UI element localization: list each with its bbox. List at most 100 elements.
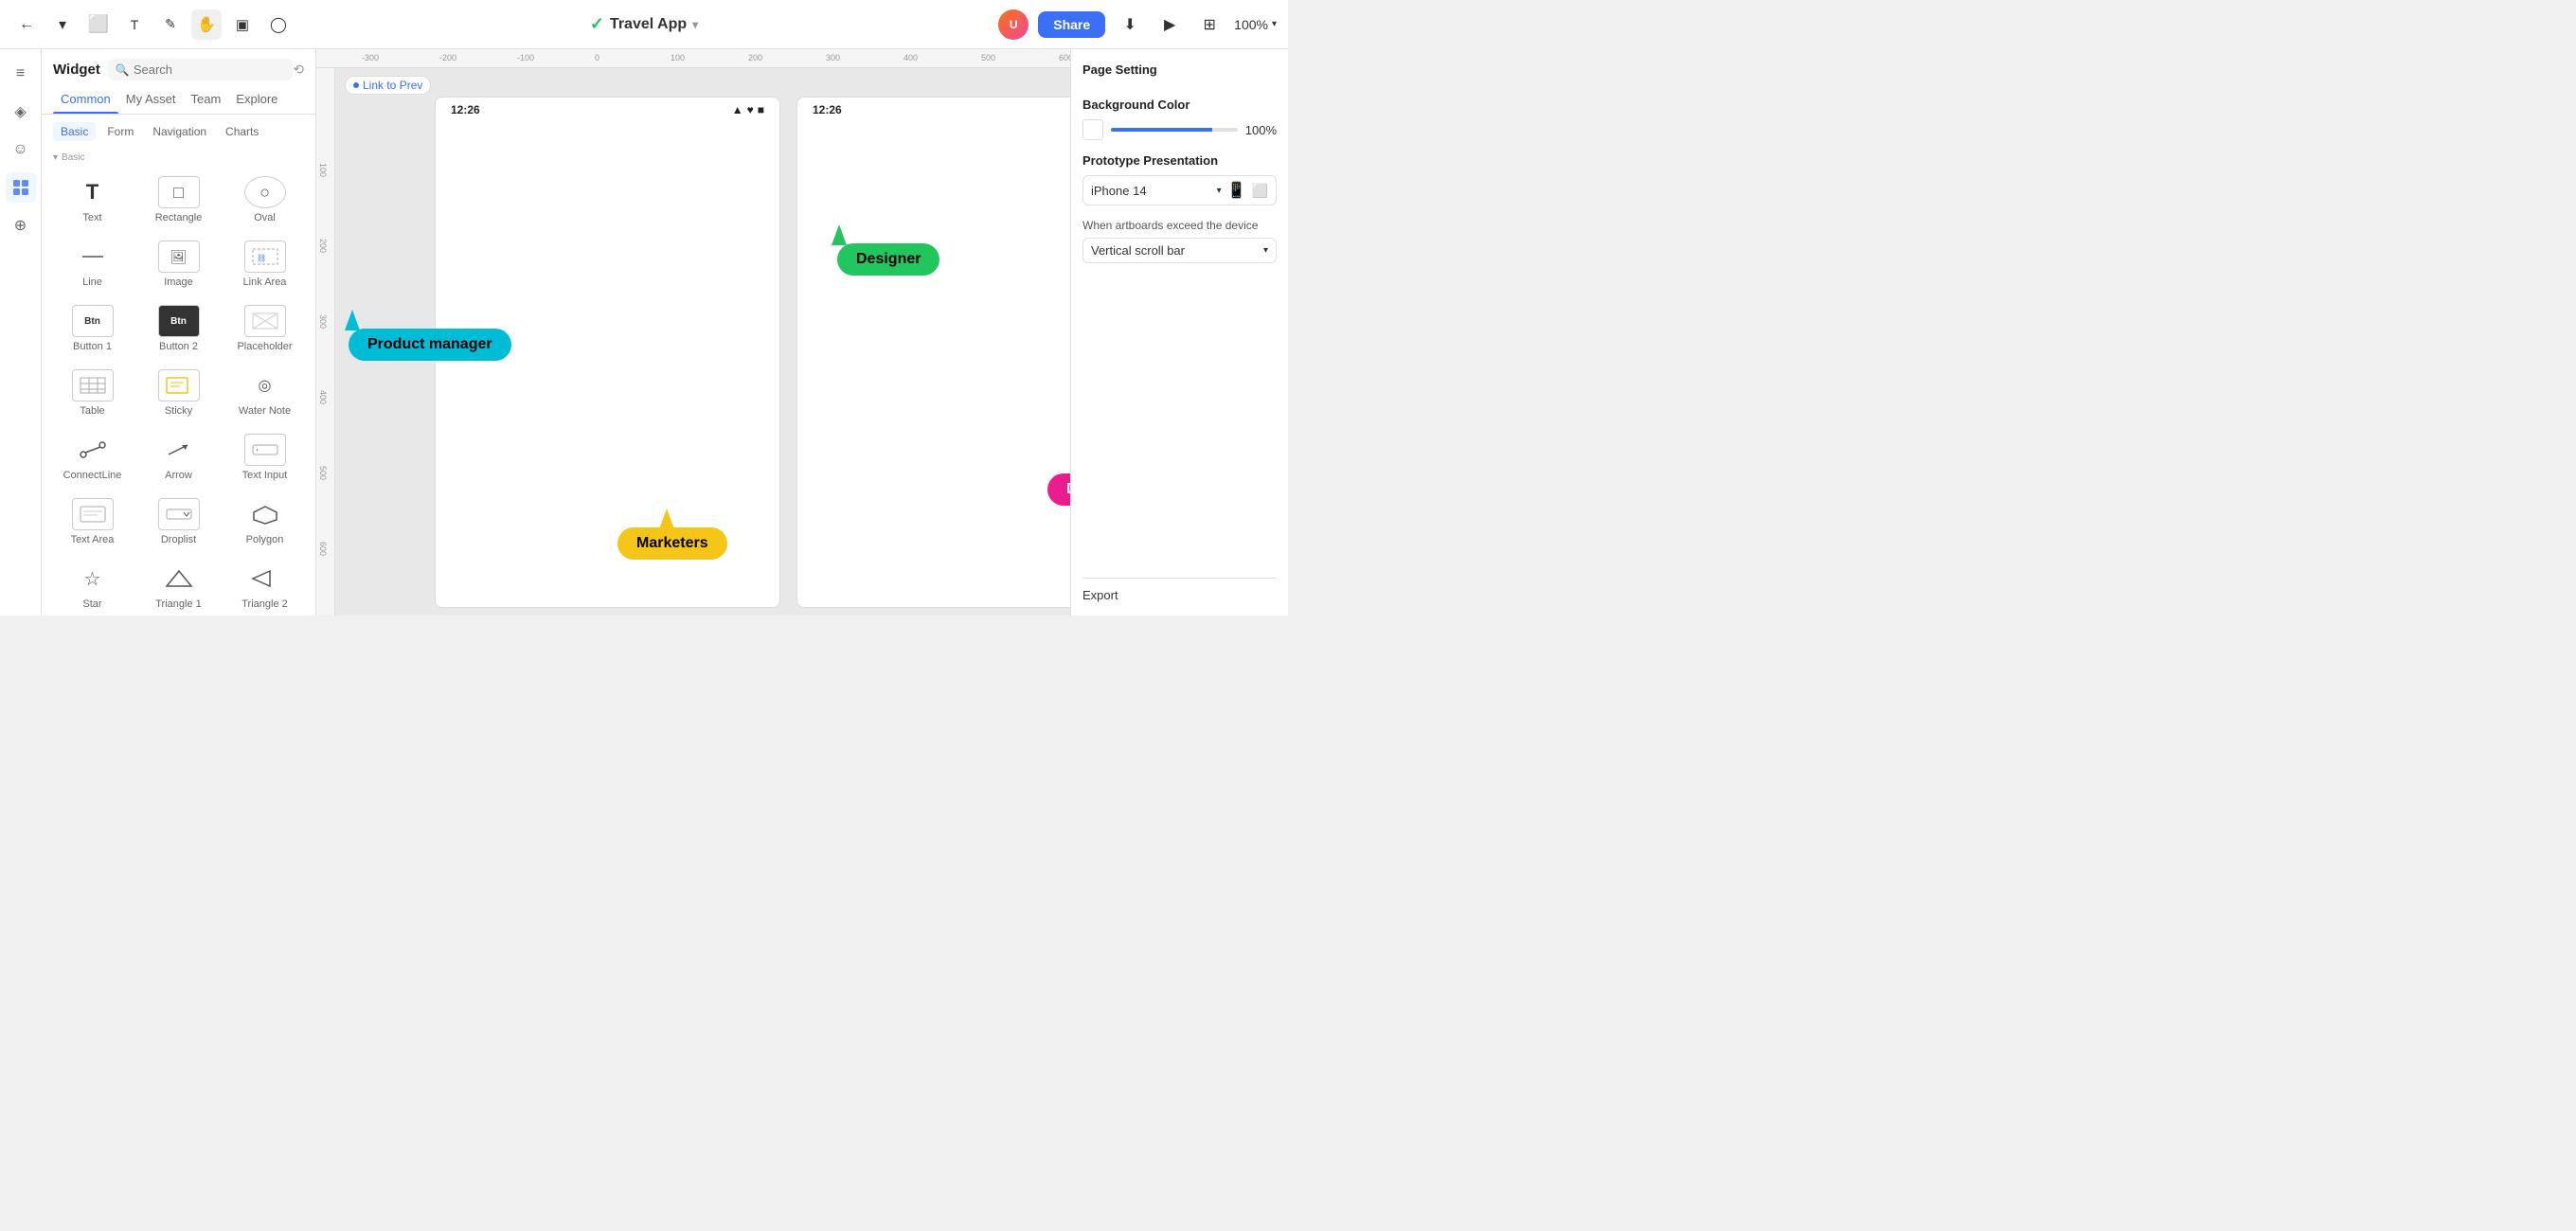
- widget-star-icon: ☆: [72, 562, 114, 595]
- widget-polygon[interactable]: Polygon: [222, 489, 308, 553]
- widget-arrow[interactable]: Arrow: [135, 424, 222, 489]
- tab-common[interactable]: Common: [53, 88, 118, 114]
- filter-form[interactable]: Form: [99, 122, 141, 141]
- ruler-v-400: 400: [318, 390, 328, 404]
- share-button[interactable]: Share: [1038, 11, 1105, 38]
- path-tool-button[interactable]: ✎: [155, 9, 186, 40]
- triangle1-svg: [165, 568, 193, 589]
- sidebar-icon-layers[interactable]: ≡: [6, 59, 36, 89]
- download-button[interactable]: ⬇: [1115, 9, 1145, 40]
- bg-color-swatch[interactable]: [1082, 119, 1103, 140]
- widget-water-note[interactable]: ◎ Water Note: [222, 360, 308, 424]
- history-icon[interactable]: ⟲: [293, 62, 304, 78]
- widget-droplist[interactable]: Droplist: [135, 489, 222, 553]
- toolbar-left: ← ▾ ⬜ T ✎ ✋ ▣ ◯: [11, 9, 294, 40]
- widget-tabs: Common My Asset Team Explore: [42, 80, 315, 115]
- widget-connectline[interactable]: ConnectLine: [49, 424, 135, 489]
- page-setting-section: Page Setting: [1082, 62, 1277, 84]
- widget-button1[interactable]: Btn Button 1: [49, 295, 135, 360]
- back-button[interactable]: ←: [11, 9, 42, 40]
- widget-panel-header: Widget 🔍 ⟲: [42, 49, 315, 80]
- widget-water-note-label: Water Note: [239, 405, 291, 417]
- tab-team[interactable]: Team: [184, 88, 229, 114]
- ruler-v-600: 600: [318, 542, 328, 556]
- widget-triangle1[interactable]: Triangle 1: [135, 553, 222, 616]
- widget-link-area[interactable]: ⛓ Link Area: [222, 231, 308, 295]
- widget-connectline-icon: [72, 434, 114, 466]
- widget-text-area[interactable]: Text Area: [49, 489, 135, 553]
- widget-button2[interactable]: Btn Button 2: [135, 295, 222, 360]
- device-phone-icon[interactable]: 📱: [1227, 181, 1246, 200]
- ruler-mark-neg100: -100: [517, 53, 534, 62]
- widget-rectangle[interactable]: □ Rectangle: [135, 167, 222, 231]
- scroll-section: When artboards exceed the device Vertica…: [1082, 219, 1277, 263]
- link-to-prev-chip[interactable]: Link to Prev: [345, 76, 431, 95]
- project-dropdown-icon: ▾: [692, 18, 698, 31]
- sidebar-icon-plugin[interactable]: ⊕: [6, 210, 36, 241]
- tab-explore[interactable]: Explore: [228, 88, 285, 114]
- device-select[interactable]: iPhone 14 ▾ 📱 ⬜: [1082, 175, 1277, 205]
- widget-oval-label: Oval: [254, 212, 276, 223]
- filter-basic[interactable]: Basic: [53, 122, 96, 141]
- ruler-mark-300: 300: [826, 53, 840, 62]
- product-manager-text: Product manager: [367, 336, 492, 352]
- widget-text-area-icon: [72, 498, 114, 530]
- widget-line[interactable]: Line: [49, 231, 135, 295]
- comment-tool-button[interactable]: ◯: [263, 9, 294, 40]
- widget-polygon-label: Polygon: [246, 534, 284, 545]
- widget-table[interactable]: Table: [49, 360, 135, 424]
- widget-sticky[interactable]: Sticky: [135, 360, 222, 424]
- frame-tool-button[interactable]: ▣: [227, 9, 258, 40]
- widget-rectangle-label: Rectangle: [155, 212, 203, 223]
- widget-placeholder-icon: [244, 305, 286, 337]
- widget-arrow-label: Arrow: [165, 470, 192, 481]
- layout-icon: ⊞: [1203, 15, 1215, 34]
- present-button[interactable]: ▶: [1154, 9, 1185, 40]
- search-box[interactable]: 🔍: [108, 59, 293, 80]
- widget-star[interactable]: ☆ Star: [49, 553, 135, 616]
- hand-tool-icon: ✋: [197, 15, 216, 34]
- scroll-description: When artboards exceed the device: [1082, 219, 1277, 232]
- device-label: iPhone 14: [1091, 184, 1147, 198]
- frame-tool-icon: ▣: [236, 16, 249, 33]
- hand-tool-button[interactable]: ✋: [191, 9, 222, 40]
- widget-panel-title: Widget: [53, 62, 100, 78]
- filter-charts[interactable]: Charts: [218, 122, 266, 141]
- back-dropdown-button[interactable]: ▾: [47, 9, 78, 40]
- device-controls: ▾ 📱 ⬜: [1217, 181, 1268, 200]
- filter-navigation[interactable]: Navigation: [145, 122, 214, 141]
- export-label[interactable]: Export: [1082, 588, 1118, 602]
- link-area-svg: ⛓: [251, 247, 279, 266]
- toolbar-right: U Share ⬇ ▶ ⊞ 100% ▾: [998, 9, 1277, 40]
- sidebar-icon-components[interactable]: ◈: [6, 97, 36, 127]
- widget-button1-icon: Btn: [72, 305, 114, 337]
- triangle2-svg: [251, 568, 279, 589]
- bg-color-slider[interactable]: [1111, 128, 1238, 132]
- device-tablet-icon[interactable]: ⬜: [1252, 183, 1268, 199]
- widget-text-input[interactable]: Text Input: [222, 424, 308, 489]
- sidebar-icon-emoji[interactable]: ☺: [6, 134, 36, 165]
- widget-text[interactable]: T Text: [49, 167, 135, 231]
- svg-text:⛓: ⛓: [257, 254, 266, 262]
- widget-oval[interactable]: ○ Oval: [222, 167, 308, 231]
- page-tool-button[interactable]: ⬜: [83, 9, 114, 40]
- device-dropdown-icon: ▾: [1217, 186, 1222, 196]
- sidebar-icon-widget[interactable]: [6, 172, 36, 203]
- canvas-area[interactable]: -300 -200 -100 0 100 200 300 400 500 600…: [316, 49, 1070, 616]
- widget-placeholder[interactable]: Placeholder: [222, 295, 308, 360]
- text-tool-button[interactable]: T: [119, 9, 150, 40]
- zoom-control[interactable]: 100% ▾: [1234, 17, 1277, 32]
- search-input[interactable]: [134, 62, 285, 77]
- ruler-mark-600: 600: [1059, 53, 1070, 62]
- widget-triangle2[interactable]: Triangle 2: [222, 553, 308, 616]
- project-title[interactable]: ✓ Travel App ▾: [590, 14, 698, 34]
- widget-triangle2-label: Triangle 2: [242, 598, 288, 610]
- ruler-mark-400: 400: [903, 53, 918, 62]
- widget-button2-label: Button 2: [159, 341, 198, 352]
- scroll-select[interactable]: Vertical scroll bar ▾: [1082, 238, 1277, 263]
- layout-button[interactable]: ⊞: [1194, 9, 1225, 40]
- widget-icon-svg: [12, 179, 29, 196]
- table-svg: [79, 376, 107, 395]
- widget-image[interactable]: 🖼 Image: [135, 231, 222, 295]
- tab-my-asset[interactable]: My Asset: [118, 88, 184, 114]
